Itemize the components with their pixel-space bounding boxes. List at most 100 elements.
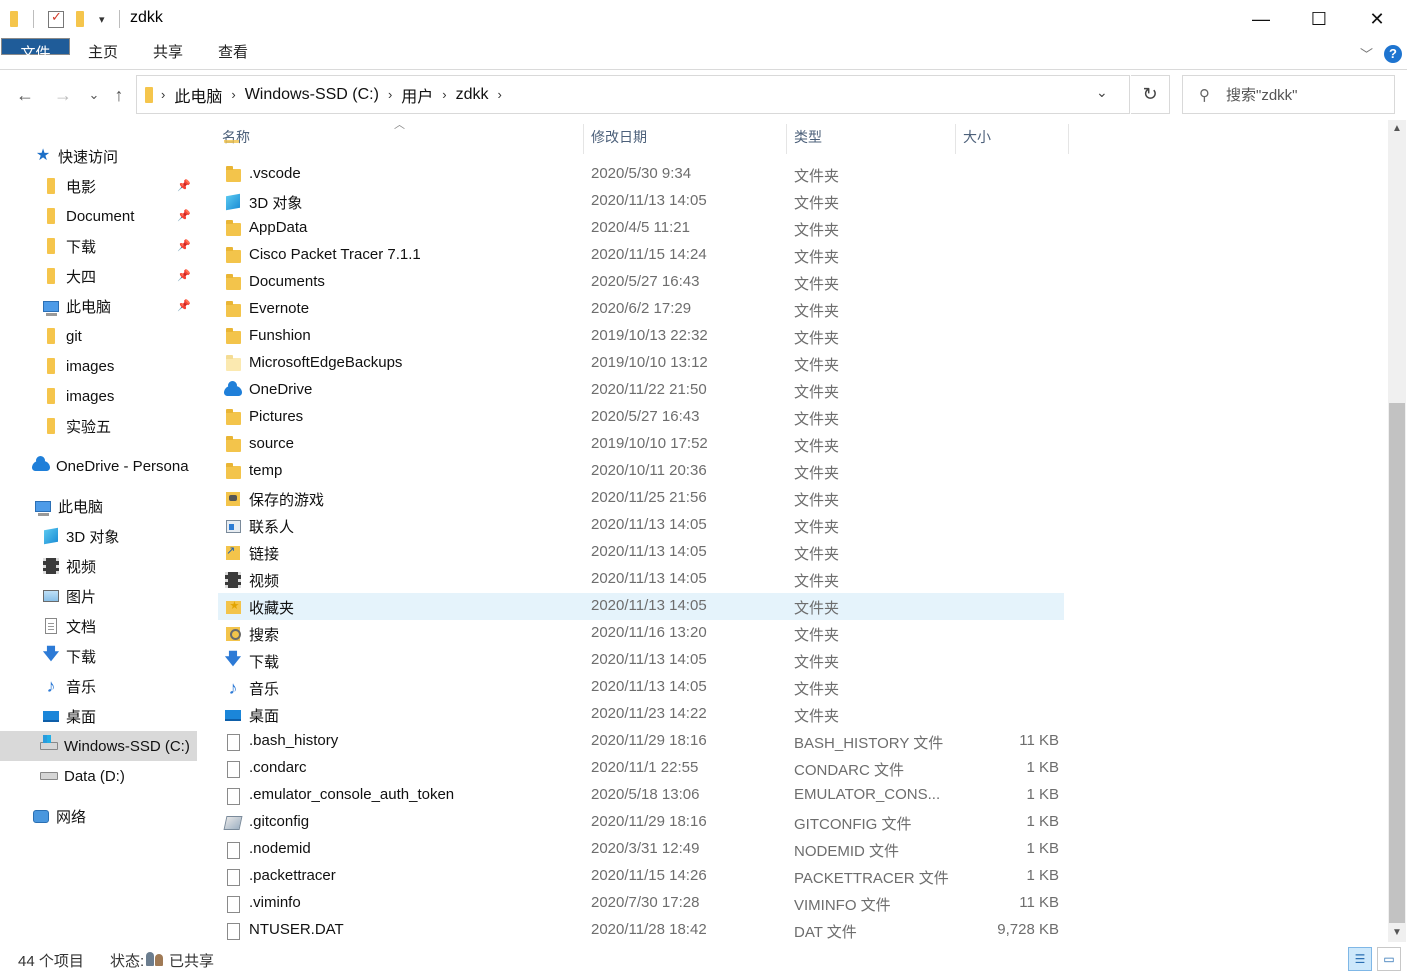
file-row[interactable]: .emulator_console_auth_token 2020/5/18 13… (218, 782, 1064, 809)
sidebar-item-experiment-five[interactable]: 实验五 (0, 411, 197, 441)
chevron-right-icon[interactable]: › (442, 87, 446, 102)
file-row[interactable]: .packettracer 2020/11/15 14:26 PACKETTRACE… (218, 863, 1064, 890)
file-row[interactable]: Cisco Packet Tracer 7.1.1 2020/11/15 14:2… (218, 242, 1064, 269)
tab-file[interactable]: 文件 (1, 38, 70, 62)
sidebar-item-windows-ssd[interactable]: Windows-SSD (C:) (0, 731, 197, 761)
recent-locations-button[interactable]: ⌄ (82, 82, 106, 108)
file-row[interactable]: source 2019/10/10 17:52 文件夹 (218, 431, 1064, 458)
file-date: 2020/5/27 16:43 (591, 408, 700, 425)
file-row[interactable]: .bash_history 2020/11/29 18:16 BASH_HISTOR… (218, 728, 1064, 755)
file-row[interactable]: 链接 2020/11/13 14:05 文件夹 (218, 539, 1064, 566)
chevron-right-icon[interactable]: › (161, 87, 165, 102)
scroll-down-icon[interactable]: ▼ (1388, 924, 1406, 942)
pin-icon[interactable]: 📌 (177, 239, 191, 252)
large-icons-view-icon[interactable]: ▭ (1377, 947, 1401, 971)
sidebar-item-images-2[interactable]: images (0, 381, 197, 411)
file-row[interactable]: 联系人 2020/11/13 14:05 文件夹 (218, 512, 1064, 539)
sidebar-item-documents[interactable]: 文档 (0, 611, 197, 641)
file-row[interactable]: 视频 2020/11/13 14:05 文件夹 (218, 566, 1064, 593)
chevron-right-icon[interactable]: › (498, 87, 502, 102)
chevron-right-icon[interactable]: › (231, 87, 235, 102)
file-row[interactable]: OneDrive 2020/11/22 21:50 文件夹 (218, 377, 1064, 404)
file-row[interactable]: .condarc 2020/11/1 22:55 CONDARC 文件 1 KB (218, 755, 1064, 782)
sidebar-item-downloads[interactable]: 🡇 下载 (0, 641, 197, 671)
sidebar-item-senior-year[interactable]: 大四 📌 (0, 261, 197, 291)
list-item-clipped[interactable] (218, 140, 1064, 152)
details-view-icon[interactable]: ☰ (1348, 947, 1372, 971)
breadcrumb-zdkk[interactable]: zdkk (456, 86, 489, 104)
search-icon: ⚲ (1199, 86, 1210, 104)
sidebar-item-document[interactable]: Document 📌 (0, 201, 197, 231)
file-row[interactable]: Evernote 2020/6/2 17:29 文件夹 (218, 296, 1064, 323)
file-row[interactable]: .gitconfig 2020/11/29 18:16 GITCONFIG 文件 1 … (218, 809, 1064, 836)
sidebar-item-onedrive[interactable]: OneDrive - Persona (0, 451, 197, 481)
file-date: 2020/11/13 14:05 (591, 597, 707, 614)
properties-icon[interactable]: ✓ (48, 9, 64, 29)
expand-ribbon-icon[interactable]: ﹀ (1360, 44, 1373, 63)
gitconfig-file-icon (223, 814, 243, 832)
sidebar-item-this-pc-pinned[interactable]: 此电脑 📌 (0, 291, 197, 321)
scroll-up-icon[interactable]: ▲ (1388, 120, 1406, 138)
sidebar-item-network[interactable]: 网络 (0, 801, 197, 831)
file-row[interactable]: MicrosoftEdgeBackups 2019/10/10 13:12 文件夹 (218, 350, 1064, 377)
sidebar-item-pictures[interactable]: 图片 (0, 581, 197, 611)
breadcrumb-this-pc[interactable]: 此电脑 (174, 83, 222, 107)
search-box[interactable]: ⚲ 搜索"zdkk" (1182, 75, 1395, 114)
file-row[interactable]: ♪ 音乐 2020/11/13 14:05 文件夹 (218, 674, 1064, 701)
address-dropdown-icon[interactable]: ⌄ (1096, 84, 1108, 101)
sidebar-item-label: 网络 (56, 808, 87, 826)
pin-icon[interactable]: 📌 (177, 299, 191, 312)
file-row[interactable]: 保存的游戏 2020/11/25 21:56 文件夹 (218, 485, 1064, 512)
sidebar-item-3d-objects[interactable]: 3D 对象 (0, 521, 197, 551)
file-row[interactable]: 搜索 2020/11/16 13:20 文件夹 (218, 620, 1064, 647)
file-name: OneDrive (249, 381, 313, 398)
sidebar-item-quick-access[interactable]: ★ 快速访问 (0, 141, 197, 171)
back-button[interactable]: ← (13, 82, 37, 108)
tab-share[interactable]: 共享 (143, 38, 193, 68)
pin-icon[interactable]: 📌 (177, 179, 191, 192)
file-row[interactable]: 桌面 2020/11/23 14:22 文件夹 (218, 701, 1064, 728)
sidebar-item-downloads-pinned[interactable]: 下载 📌 (0, 231, 197, 261)
customize-toolbar-icon[interactable]: ▾ (99, 9, 105, 29)
file-row[interactable]: .viminfo 2020/7/30 17:28 VIMINFO 文件 11 KB (218, 890, 1064, 917)
sidebar-item-label: Windows-SSD (C:) (64, 737, 190, 755)
sidebar-item-this-pc[interactable]: 此电脑 (0, 491, 197, 521)
tab-home[interactable]: 主页 (78, 38, 128, 68)
file-row[interactable]: Pictures 2020/5/27 16:43 文件夹 (218, 404, 1064, 431)
file-row[interactable]: AppData 2020/4/5 11:21 文件夹 (218, 215, 1064, 242)
breadcrumb-users[interactable]: 用户 (401, 83, 433, 107)
chevron-right-icon[interactable]: › (388, 87, 392, 102)
vertical-scrollbar[interactable]: ▲ ▼ (1388, 120, 1406, 942)
sidebar-item-desktop[interactable]: 桌面 (0, 701, 197, 731)
breadcrumb-drive[interactable]: Windows-SSD (C:) (245, 86, 379, 104)
address-bar[interactable]: › 此电脑 › Windows-SSD (C:) › 用户 › zdkk › (136, 75, 1130, 114)
sidebar-item-git[interactable]: git (0, 321, 197, 351)
sidebar-item-music[interactable]: ♪ 音乐 (0, 671, 197, 701)
file-row[interactable]: .nodemid 2020/3/31 12:49 NODEMID 文件 1 KB (218, 836, 1064, 863)
file-row[interactable]: 收藏夹 2020/11/13 14:05 文件夹 (218, 593, 1064, 620)
up-button[interactable]: ↑ (107, 82, 131, 108)
forward-button[interactable]: → (51, 82, 75, 108)
sidebar-item-movies[interactable]: 电影 📌 (0, 171, 197, 201)
refresh-button[interactable]: ↻ (1131, 75, 1170, 114)
file-row[interactable]: Documents 2020/5/27 16:43 文件夹 (218, 269, 1064, 296)
pin-icon[interactable]: 📌 (177, 269, 191, 282)
maximize-button[interactable]: ☐ (1290, 0, 1348, 38)
sidebar-item-data-drive[interactable]: Data (D:) (0, 761, 197, 791)
file-row[interactable]: Funshion 2019/10/13 22:32 文件夹 (218, 323, 1064, 350)
file-row[interactable]: 3D 对象 2020/11/13 14:05 文件夹 (218, 188, 1064, 215)
new-folder-icon[interactable] (76, 9, 84, 29)
file-row[interactable]: NTUSER.DAT 2020/11/28 18:42 DAT 文件 9,728 KB (218, 917, 1064, 940)
pin-icon[interactable]: 📌 (177, 209, 191, 222)
help-icon[interactable]: ? (1384, 45, 1402, 63)
minimize-button[interactable]: — (1232, 0, 1290, 38)
close-button[interactable]: ✕ (1348, 0, 1406, 38)
tab-view[interactable]: 查看 (208, 38, 258, 68)
file-row[interactable]: temp 2020/10/11 20:36 文件夹 (218, 458, 1064, 485)
sidebar-item-images[interactable]: images (0, 351, 197, 381)
file-row[interactable]: 🡇 下载 2020/11/13 14:05 文件夹 (218, 647, 1064, 674)
file-row[interactable]: .vscode 2020/5/30 9:34 文件夹 (218, 161, 1064, 188)
sidebar-item-label: 桌面 (66, 708, 97, 726)
sidebar-item-videos[interactable]: 视频 (0, 551, 197, 581)
scrollbar-thumb[interactable] (1389, 403, 1405, 923)
